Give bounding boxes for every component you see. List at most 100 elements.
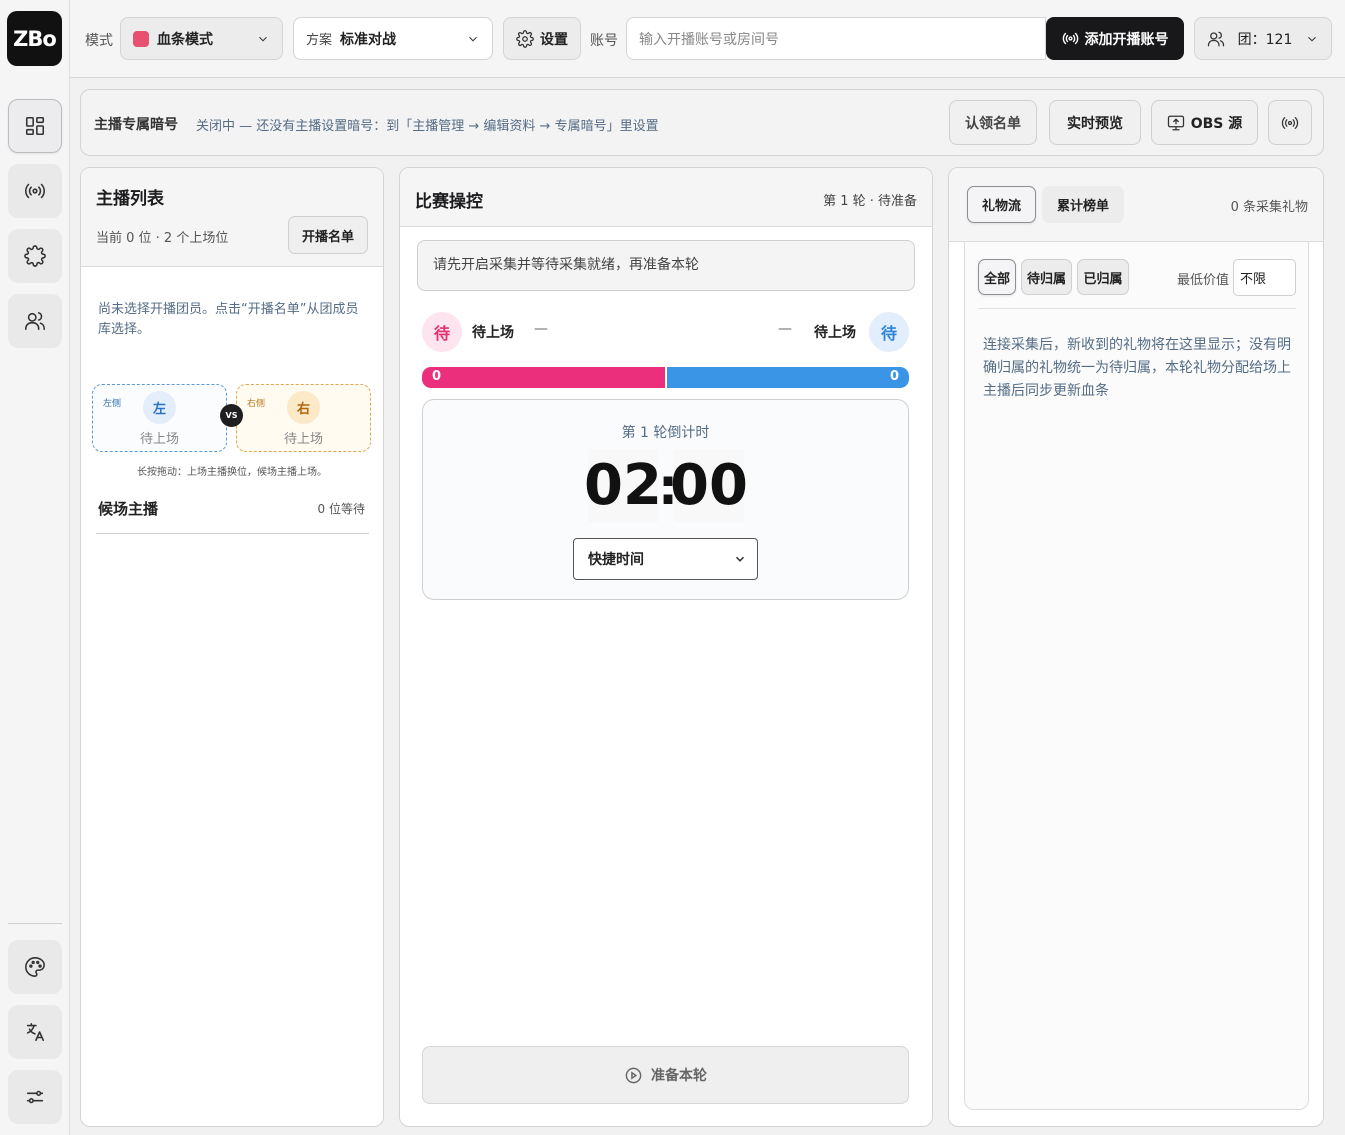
drag-hint: 长按拖动：上场主播换位，候场主播上场。 <box>137 467 327 478</box>
secret-description: 关闭中 — 还没有主播设置暗号：到「主播管理 → 编辑资料 → 专属暗号」里设置 <box>196 119 659 134</box>
countdown-label: 第 1 轮倒计时 <box>621 425 710 441</box>
chevron-down-icon <box>735 556 745 562</box>
gift-panel: 礼物流 累计榜单 0 条采集礼物 全部 待归属 已归属 最低价值 不限 连接采集… <box>948 167 1324 1127</box>
tab-gift-flow[interactable]: 礼物流 <box>967 186 1036 223</box>
match-title: 比赛操控 <box>415 192 483 212</box>
filter-assigned[interactable]: 已归属 <box>1077 259 1129 295</box>
claim-list-button[interactable]: 认领名单 <box>949 100 1037 145</box>
quick-time-select[interactable]: 快捷时间 <box>573 538 758 580</box>
broadcast-icon <box>25 183 45 199</box>
right-side-dash: — <box>778 321 792 337</box>
right-side-name: 待上场 <box>814 325 856 341</box>
palette-icon <box>25 957 45 977</box>
roster-label: 开播名单 <box>301 229 354 245</box>
filter-divider <box>978 308 1296 309</box>
sidebar: ZBo <box>0 0 70 1135</box>
countdown-card: 第 1 轮倒计时 02 : 00 快捷时间 <box>422 399 909 600</box>
account-label: 账号 <box>590 33 618 49</box>
left-slot-status: 待上场 <box>139 432 179 447</box>
claim-list-label: 认领名单 <box>965 115 1021 132</box>
top-toolbar: 模式 血条模式 方案 标准对战 设置 账号 输入开播账号或房间号 添加开播账号 … <box>70 0 1345 78</box>
plan-select[interactable]: 方案 标准对战 <box>293 17 493 60</box>
left-hp-bar: 0 <box>422 367 665 388</box>
countdown-minutes: 02 <box>584 449 662 522</box>
nav-plugins-button[interactable] <box>8 229 62 283</box>
right-side-badge: 待 <box>869 312 909 352</box>
gift-flow-body: 全部 待归属 已归属 最低价值 不限 连接采集后，新收到的礼物将在这里显示；没有… <box>964 242 1309 1110</box>
language-button[interactable] <box>8 1005 62 1059</box>
empty-hint: 尚未选择开播团员。点击“开播名单”从团成员库选择。 <box>98 302 359 337</box>
settings-button[interactable]: 设置 <box>503 17 581 60</box>
monitor-upload-icon <box>1167 115 1184 130</box>
host-list-subtitle: 当前 0 位 · 2 个上场位 <box>96 231 229 246</box>
tab-gift-flow-label: 礼物流 <box>981 199 1021 214</box>
broadcast-icon <box>1062 32 1078 45</box>
host-list-header: 主播列表 当前 0 位 · 2 个上场位 开播名单 <box>81 168 383 267</box>
play-circle-icon <box>625 1067 642 1083</box>
obs-source-label: OBS 源 <box>1190 115 1243 132</box>
prepare-round-label: 准备本轮 <box>651 1068 707 1084</box>
right-slot-status: 待上场 <box>283 432 323 447</box>
prepare-round-button[interactable]: 准备本轮 <box>422 1046 909 1104</box>
roster-button[interactable]: 开播名单 <box>288 216 368 254</box>
left-slot[interactable]: 左侧 左 待上场 <box>92 384 227 452</box>
right-slot-badge: 右 <box>287 391 320 424</box>
left-side-dash: — <box>534 321 548 337</box>
signal-button[interactable] <box>1268 100 1312 145</box>
team-select[interactable]: 团：121 <box>1194 17 1332 60</box>
mode-color-swatch <box>133 30 149 47</box>
round-status: 第 1 轮 · 待准备 <box>823 194 917 209</box>
waiting-divider <box>96 533 369 534</box>
min-value-label: 最低价值 <box>1177 273 1230 288</box>
mode-select[interactable]: 血条模式 <box>120 17 283 60</box>
filter-pending[interactable]: 待归属 <box>1021 259 1072 295</box>
filter-all[interactable]: 全部 <box>978 259 1016 295</box>
waiting-count: 0 位等待 <box>317 502 365 516</box>
sidebar-divider <box>8 923 62 924</box>
mode-value: 血条模式 <box>157 31 213 48</box>
nav-users-button[interactable] <box>8 294 62 348</box>
secret-title: 主播专属暗号 <box>94 117 178 133</box>
filter-pending-label: 待归属 <box>1026 271 1066 287</box>
match-control-panel: 比赛操控 第 1 轮 · 待准备 请先开启采集并等待采集就绪，再准备本轮 待 待… <box>399 167 933 1127</box>
left-slot-badge: 左 <box>143 391 176 424</box>
users-icon <box>1207 31 1225 46</box>
dashboard-icon <box>25 116 45 136</box>
team-label: 团：121 <box>1237 31 1293 48</box>
sliders-icon <box>26 1090 44 1104</box>
countdown-seconds: 00 <box>670 449 748 522</box>
right-slot[interactable]: 右侧 右 待上场 <box>236 384 371 452</box>
chevron-down-icon <box>1308 36 1316 41</box>
nav-dashboard-button[interactable] <box>8 99 62 153</box>
app-logo: ZBo <box>7 11 62 66</box>
theme-button[interactable] <box>8 940 62 994</box>
secret-code-bar: 主播专属暗号 关闭中 — 还没有主播设置暗号：到「主播管理 → 编辑资料 → 专… <box>80 89 1324 156</box>
account-input[interactable]: 输入开播账号或房间号 <box>626 17 1046 60</box>
live-preview-label: 实时预览 <box>1067 115 1123 132</box>
filter-all-label: 全部 <box>983 271 1010 287</box>
chevron-down-icon <box>469 36 477 41</box>
plan-label: 方案 <box>306 33 333 48</box>
add-account-button[interactable]: 添加开播账号 <box>1046 17 1184 60</box>
puzzle-icon <box>24 245 46 267</box>
host-list-panel: 主播列表 当前 0 位 · 2 个上场位 开播名单 尚未选择开播团员。点击“开播… <box>80 167 384 1127</box>
gear-icon <box>516 29 534 48</box>
left-side-badge: 待 <box>422 312 462 352</box>
host-list-title: 主播列表 <box>96 189 164 209</box>
nav-broadcast-button[interactable] <box>8 164 62 218</box>
right-hp-bar: 0 <box>667 367 909 388</box>
mode-label: 模式 <box>85 33 113 49</box>
tab-cumulative-rank-label: 累计榜单 <box>1056 199 1109 214</box>
live-preview-button[interactable]: 实时预览 <box>1049 100 1141 145</box>
chevron-down-icon <box>259 36 267 41</box>
obs-source-button[interactable]: OBS 源 <box>1151 100 1258 145</box>
users-icon <box>25 312 45 331</box>
tab-cumulative-rank[interactable]: 累计榜单 <box>1042 186 1124 223</box>
left-slot-tag: 左侧 <box>103 399 122 409</box>
preferences-button[interactable] <box>8 1070 62 1124</box>
vs-badge: VS <box>220 404 243 427</box>
min-value-input[interactable]: 不限 <box>1233 259 1296 296</box>
gift-empty-text: 连接采集后，新收到的礼物将在这里显示；没有明确归属的礼物统一为待归属，本轮礼物分… <box>983 337 1291 399</box>
gift-count: 0 条采集礼物 <box>1230 200 1308 215</box>
waiting-title: 候场主播 <box>98 500 159 518</box>
